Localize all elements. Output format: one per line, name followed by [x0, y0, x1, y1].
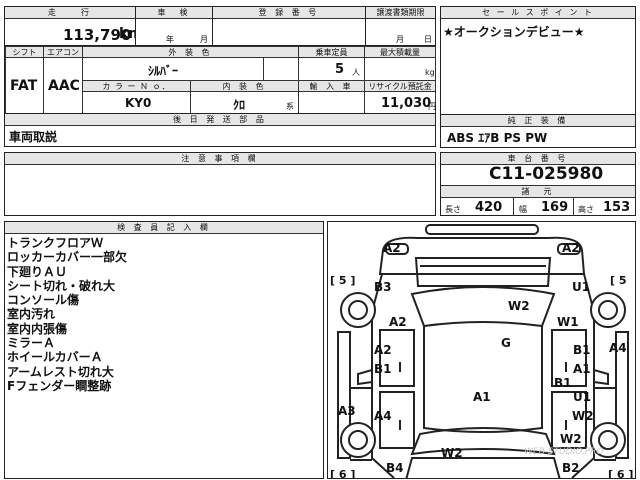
- exterior-color-cell: ｼﾙﾊﾞｰ: [82, 57, 299, 81]
- inspector-header: 検 査 員 記 入 欄: [5, 222, 323, 234]
- exterior-color-divider: [263, 58, 264, 80]
- damage-mark: A1: [473, 390, 491, 404]
- mileage-header: 走 行: [5, 7, 135, 19]
- damage-mark: W1: [557, 315, 579, 329]
- chassis-box: 車 台 番 号 C11-025980 諸 元 長さ 420 幅 169 高さ 1…: [440, 152, 636, 216]
- deadline-day-label: 日: [424, 35, 432, 44]
- inspector-line: アームレスト切れ大: [7, 364, 114, 379]
- damage-mark: W2: [508, 299, 530, 313]
- inspection-year-label: 年: [166, 35, 174, 44]
- inspector-line: 下廻りＡＵ: [7, 264, 68, 279]
- deadline-box: 譲渡書類期限 月 日: [365, 6, 436, 46]
- bracket-label: [ 5 ]: [330, 274, 356, 287]
- inspector-lines: トランクフロアＷ ロッカーカバー一部欠 下廻りＡＵ シート切れ・破れ大 コンソー…: [7, 236, 127, 393]
- damage-mark: B4: [386, 461, 404, 475]
- bracket-label: [ 5: [610, 274, 627, 287]
- damage-mark: G: [501, 336, 511, 350]
- inspector-line: トランクフロアＷ: [7, 236, 104, 250]
- inspector-line: コンソール傷: [7, 293, 80, 308]
- capacity-value: 5: [335, 62, 345, 77]
- car-diagram: A2 A2 [ 5 ] [ 5 B3 U1 W2 W1 A2 G A2 B1 A…: [327, 221, 636, 479]
- sales-point-header: セ ー ル ス ポ イ ン ト: [441, 7, 635, 19]
- sales-point-value: ★オークションデビュー★: [443, 25, 585, 39]
- recycle-cell: 11,030 円: [364, 91, 436, 114]
- notes-box: 注 意 事 項 欄: [4, 152, 436, 216]
- inspection-month-label: 月: [200, 35, 208, 44]
- damage-mark: A4: [374, 409, 392, 423]
- deadline-header: 譲渡書類期限: [366, 7, 435, 19]
- inspector-line: シート切れ・破れ大: [7, 278, 116, 293]
- exterior-color-value: ｼﾙﾊﾞｰ: [148, 64, 179, 78]
- damage-mark: A4: [609, 341, 627, 355]
- damage-mark: B1: [554, 376, 572, 390]
- dims-divider-2: [573, 197, 574, 216]
- inspector-line: 室内内張傷: [7, 321, 68, 336]
- damage-mark: B3: [374, 280, 392, 294]
- inspector-line: ミラーＡ: [7, 336, 56, 351]
- docs-box: 後 日 発 送 部 品 車両取説: [4, 113, 436, 147]
- recycle-unit: 円: [428, 102, 436, 111]
- interior-color-cell: ｸﾛ 系: [190, 91, 299, 114]
- damage-mark: U1: [572, 280, 591, 294]
- damage-mark: B1: [573, 343, 591, 357]
- damage-mark: W2: [441, 446, 463, 460]
- inspector-line: ロッカーカバー一部欠: [7, 250, 128, 265]
- damage-mark: W2: [572, 409, 594, 423]
- dims-divider-1: [513, 197, 514, 216]
- equipment-box: 純 正 装 備 ABS ｴｱB PS PW: [440, 114, 636, 148]
- bracket-label: [ 6 ]: [608, 468, 634, 479]
- max-load-cell: kg: [364, 57, 436, 81]
- damage-mark: A2: [383, 241, 401, 255]
- width-value: 169: [541, 200, 569, 215]
- equipment-header: 純 正 装 備: [441, 115, 635, 127]
- damage-mark: A2: [389, 315, 407, 329]
- damage-mark: A2: [562, 241, 580, 255]
- damage-mark: B2: [562, 461, 580, 475]
- sales-point-box: セ ー ル ス ポ イ ン ト ★オークションデビュー★: [440, 6, 636, 116]
- width-label: 幅: [519, 205, 527, 214]
- interior-color-suffix: 系: [286, 102, 294, 111]
- length-label: 長さ: [445, 205, 461, 214]
- length-value: 420: [475, 200, 503, 215]
- aircon-value: AAC: [48, 78, 80, 94]
- recycle-value: 11,030: [381, 96, 432, 111]
- registration-header: 登 録 番 号: [213, 7, 365, 19]
- chassis-value: C11-025980: [489, 164, 604, 184]
- inspector-line: 室内汚れ: [7, 307, 56, 322]
- docs-header: 後 日 発 送 部 品: [5, 114, 435, 126]
- interior-color-value: ｸﾛ: [233, 98, 246, 112]
- inspection-header: 車 検: [136, 7, 212, 19]
- max-load-unit: kg: [425, 68, 435, 77]
- spec-box: シフト エアコン FAT AAC 外 装 色 ｼﾙﾊﾞｰ 乗車定員 5 人 最大…: [4, 45, 436, 114]
- capacity-cell: 5 人: [298, 57, 365, 81]
- shift-value: FAT: [10, 78, 38, 94]
- deadline-month-label: 月: [396, 35, 404, 44]
- dims-header: 諸 元: [441, 185, 635, 198]
- damage-mark: A2: [374, 343, 392, 357]
- height-value: 153: [603, 200, 631, 215]
- import-cell: [298, 91, 365, 114]
- damage-mark: A1: [573, 362, 591, 376]
- aircon-cell: AAC: [43, 57, 83, 114]
- mileage-box: 走 行 113,790 km: [4, 6, 143, 46]
- bracket-label: [ 6 ]: [330, 468, 356, 479]
- damage-mark: A3: [338, 404, 356, 418]
- color-no-cell: KY0: [82, 91, 191, 114]
- inspector-line: Fフェンダー瞷整跡: [7, 378, 112, 393]
- damage-mark: U1: [573, 390, 592, 404]
- damage-mark: W2: [560, 432, 582, 446]
- capacity-unit: 人: [352, 68, 360, 77]
- registration-box: 登 録 番 号: [212, 6, 366, 46]
- color-no-value: KY0: [125, 96, 152, 110]
- inspection-box: 車 検 年 月: [135, 6, 213, 46]
- docs-value: 車両取説: [9, 130, 58, 144]
- damage-mark: B1: [374, 362, 392, 376]
- inspector-box: 検 査 員 記 入 欄 トランクフロアＷ ロッカーカバー一部欠 下廻りＡＵ シー…: [4, 221, 324, 479]
- height-label: 高さ: [578, 205, 594, 214]
- notes-header: 注 意 事 項 欄: [5, 153, 435, 165]
- shift-cell: FAT: [5, 57, 44, 114]
- equipment-value: ABS ｴｱB PS PW: [447, 131, 548, 145]
- watermark: WEB-STUDIO.PRO: [524, 447, 604, 457]
- inspector-line: ホイールカバーＡ: [7, 350, 103, 365]
